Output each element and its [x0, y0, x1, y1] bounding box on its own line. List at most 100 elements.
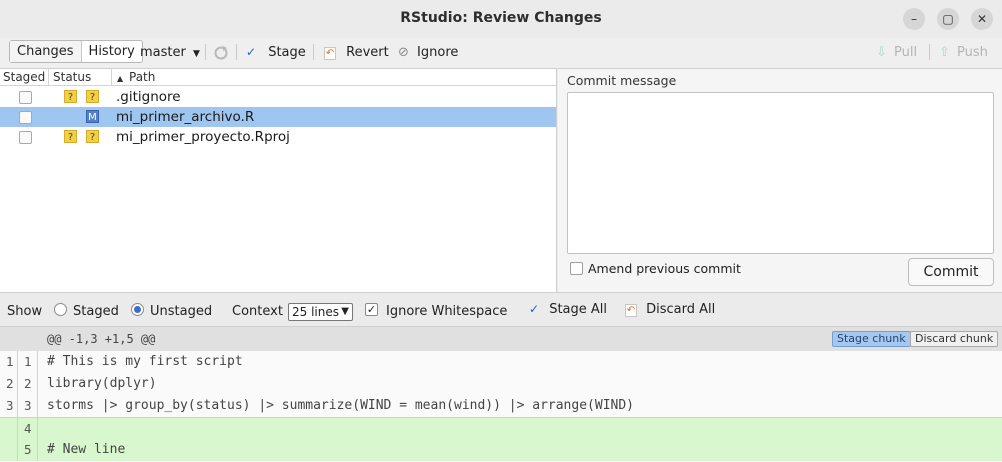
check-icon: ✓: [246, 45, 257, 59]
diff-line: 1 1 # This is my first script: [0, 351, 1002, 373]
diff-line: 2 2 library(dplyr): [0, 373, 1002, 395]
diff-toolbar: Show Staged Unstaged Context 25 lines ▼ …: [0, 292, 1002, 326]
staged-radio-label: Staged: [73, 304, 119, 319]
hunk-header: @@ -1,3 +1,5 @@ Stage chunk Discard chun…: [0, 327, 1002, 351]
pull-label: Pull: [894, 45, 918, 60]
stage-button[interactable]: ✓ Stage: [246, 45, 306, 60]
tab-changes[interactable]: Changes: [10, 41, 82, 62]
changed-files-list: Staged Status ▲ Path ? ? .gitignore M mi…: [0, 68, 557, 292]
commit-message-label: Commit message: [567, 73, 677, 88]
diff-line-added: 4: [0, 417, 1002, 440]
discard-all-label: Discard All: [646, 302, 716, 317]
review-toolbar: Changes History master ▼ ✓ Stage ↶ Rever…: [0, 38, 1002, 68]
file-row[interactable]: ? ? mi_primer_proyecto.Rproj: [0, 127, 556, 147]
commit-message-input[interactable]: [567, 92, 994, 254]
toolbar-separator: [313, 44, 314, 60]
push-arrow-icon: ⇧: [939, 45, 950, 60]
staged-checkbox[interactable]: [19, 91, 32, 104]
file-row[interactable]: ? ? .gitignore: [0, 87, 556, 107]
window-title: RStudio: Review Changes: [400, 10, 602, 26]
file-path: mi_primer_proyecto.Rproj: [116, 129, 290, 145]
check-icon: ✓: [529, 302, 540, 316]
staged-checkbox[interactable]: [19, 111, 32, 124]
refresh-icon[interactable]: [213, 45, 229, 61]
column-divider: [111, 69, 112, 86]
amend-label: Amend previous commit: [588, 261, 741, 276]
column-status[interactable]: Status: [53, 70, 91, 84]
toolbar-separator: [205, 44, 206, 60]
hunk-range: @@ -1,3 +1,5 @@: [47, 332, 156, 346]
unstaged-radio[interactable]: [131, 303, 144, 316]
status-badge-unstaged: M: [86, 110, 99, 123]
status-badge-unstaged: ?: [86, 130, 99, 143]
column-path[interactable]: Path: [129, 70, 155, 84]
revert-icon: ↶: [324, 47, 336, 60]
column-divider: [48, 69, 49, 86]
ignore-icon: ⊘: [398, 45, 409, 60]
diff-line: 3 3 storms |> group_by(status) |> summar…: [0, 395, 1002, 417]
staged-radio[interactable]: [54, 303, 67, 316]
revert-label: Revert: [346, 45, 389, 60]
revert-icon: ↶: [625, 304, 637, 317]
status-badge-staged: ?: [64, 130, 77, 143]
new-line-number: 1: [24, 354, 32, 369]
line-code: storms |> group_by(status) |> summarize(…: [47, 398, 634, 413]
commit-button[interactable]: Commit: [908, 258, 994, 286]
new-line-number: 2: [24, 376, 32, 391]
toolbar-separator: [929, 44, 930, 60]
push-label: Push: [957, 45, 988, 60]
staged-checkbox[interactable]: [19, 131, 32, 144]
old-line-number: 3: [6, 398, 14, 413]
status-badge-staged: ?: [64, 90, 77, 103]
pull-button[interactable]: ⇩ Pull: [876, 45, 917, 60]
status-badge-unstaged: ?: [86, 90, 99, 103]
file-row[interactable]: M mi_primer_archivo.R: [0, 107, 556, 127]
context-label: Context: [232, 304, 283, 319]
stage-all-button[interactable]: ✓ Stage All: [529, 302, 607, 317]
file-path: .gitignore: [116, 89, 181, 105]
close-icon[interactable]: ✕: [971, 8, 993, 30]
discard-all-button[interactable]: ↶ Discard All: [625, 302, 715, 317]
show-label: Show: [7, 304, 43, 319]
diff-line-added: 5 # New line: [0, 439, 1002, 461]
pull-arrow-icon: ⇩: [876, 45, 887, 60]
stage-all-label: Stage All: [549, 302, 608, 317]
revert-button[interactable]: ↶ Revert: [324, 45, 389, 60]
amend-checkbox[interactable]: [570, 262, 583, 275]
new-line-number: 4: [24, 421, 32, 436]
old-line-number: 2: [6, 376, 14, 391]
line-code: # New line: [47, 442, 126, 457]
push-button[interactable]: ⇧ Push: [939, 45, 988, 60]
files-header: Staged Status ▲ Path: [0, 69, 556, 86]
sort-ascending-icon: ▲: [117, 74, 124, 83]
ignore-button[interactable]: ⊘ Ignore: [398, 45, 458, 60]
discard-chunk-button[interactable]: Discard chunk: [910, 331, 999, 347]
new-line-number: 5: [24, 442, 32, 457]
commit-pane: Commit message Amend previous commit Com…: [558, 68, 1002, 292]
maximize-icon[interactable]: ▢: [937, 8, 959, 30]
title-bar: RStudio: Review Changes – ▢ ✕: [0, 0, 1002, 38]
unstaged-radio-label: Unstaged: [150, 304, 213, 319]
chevron-down-icon: ▼: [192, 49, 200, 59]
line-code: library(dplyr): [47, 376, 157, 391]
diff-view: @@ -1,3 +1,5 @@ Stage chunk Discard chun…: [0, 326, 1002, 462]
tab-history[interactable]: History: [82, 41, 142, 62]
branch-selector[interactable]: master ▼: [140, 45, 200, 60]
file-path: mi_primer_archivo.R: [116, 109, 255, 125]
stage-label: Stage: [268, 45, 306, 60]
new-line-number: 3: [24, 398, 32, 413]
minimize-icon[interactable]: –: [903, 8, 925, 30]
ignore-whitespace-label: Ignore Whitespace: [386, 304, 508, 319]
chevron-down-icon: ▼: [341, 306, 349, 317]
toolbar-separator: [236, 44, 237, 60]
column-staged[interactable]: Staged: [3, 70, 45, 84]
stage-chunk-button[interactable]: Stage chunk: [832, 331, 911, 347]
context-select[interactable]: 25 lines ▼: [288, 303, 353, 321]
view-tabs: Changes History: [9, 40, 143, 63]
branch-name: master: [140, 45, 186, 60]
context-value: 25 lines: [292, 305, 339, 319]
ignore-whitespace-checkbox[interactable]: ✓: [365, 303, 378, 316]
line-code: # This is my first script: [47, 354, 243, 369]
old-line-number: 1: [6, 354, 14, 369]
ignore-label: Ignore: [417, 45, 459, 60]
